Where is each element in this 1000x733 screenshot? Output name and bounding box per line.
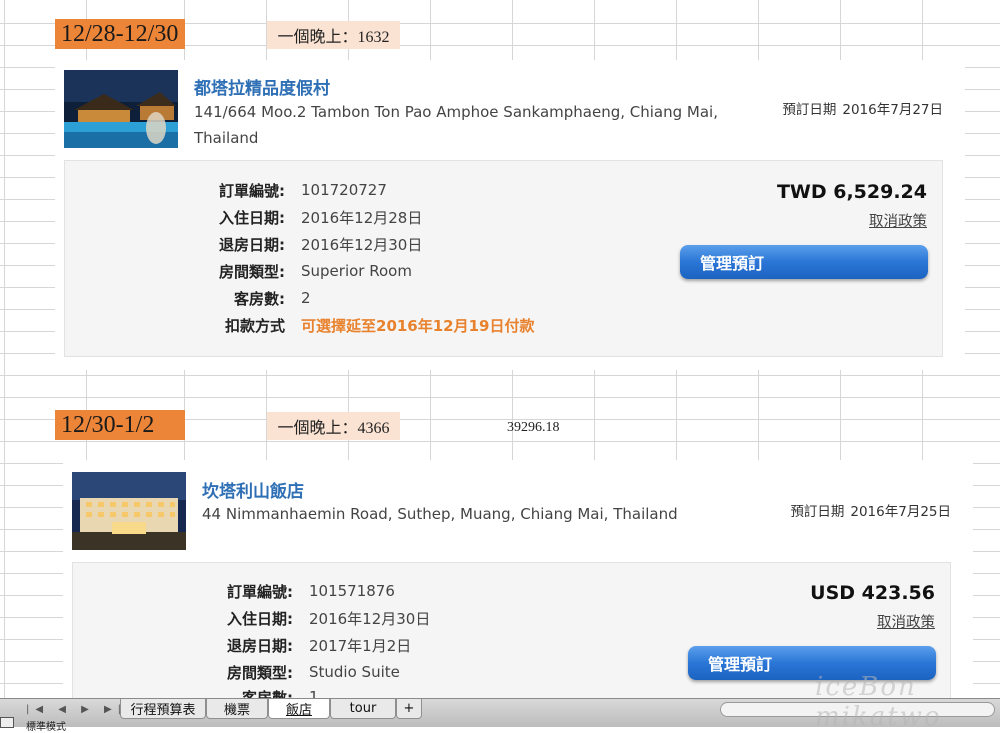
address-line-2: Thailand [194, 129, 259, 147]
checkin-label: 入住日期: [227, 609, 293, 628]
checkout-value: 2016年12月30日 [301, 235, 423, 254]
booking-date-value: 2016年7月25日 [850, 504, 951, 520]
order-number-label: 訂單編號: [227, 582, 293, 601]
booking-date: 預訂日期 2016年7月27日 [782, 98, 943, 118]
address-line-1: 141/664 Moo.2 Tambon Ton Pao Amphoe Sank… [194, 103, 718, 121]
grid-view-icon[interactable] [0, 717, 14, 728]
checkout-row: 退房日期: 2016年12月30日 [195, 231, 422, 257]
hotel-address: 141/664 Moo.2 Tambon Ton Pao Amphoe Sank… [194, 99, 754, 151]
checkin-value: 2016年12月28日 [301, 208, 423, 227]
sheet-tab-hotels[interactable]: 飯店 [268, 699, 330, 719]
sheet-nav-arrows[interactable]: |◀ ◀ ▶ ▶| [26, 704, 127, 715]
payment-row: 扣款方式 可選擇延至2016年12月19日付款 [195, 312, 535, 338]
booking-detail-panel: 訂單編號: 101720727 入住日期: 2016年12月28日 退房日期: … [64, 160, 943, 357]
hotel-name-link[interactable]: 都塔拉精品度假村 [194, 74, 330, 99]
add-sheet-button[interactable]: + [396, 699, 422, 719]
checkout-label: 退房日期: [219, 235, 285, 254]
payment-value: 可選擇延至2016年12月19日付款 [301, 316, 535, 335]
booking-date: 預訂日期 2016年7月25日 [790, 500, 951, 520]
sheet-tab-budget[interactable]: 行程預算表 [120, 699, 206, 719]
sheet-tab-flights[interactable]: 機票 [206, 699, 268, 719]
booking-card: 坎塔利山飯店 44 Nimmanhaemin Road, Suthep, Mua… [63, 460, 973, 712]
checkin-row: 入住日期: 2016年12月30日 [203, 605, 430, 631]
manage-booking-button[interactable]: 管理預訂 [680, 245, 928, 279]
checkout-label: 退房日期: [227, 636, 293, 655]
order-number-value: 101720727 [301, 181, 387, 199]
watermark: iceBon mikatwo [815, 672, 942, 732]
room-type-row: 房間類型: Superior Room [195, 258, 412, 284]
room-type-row: 房間類型: Studio Suite [203, 659, 400, 685]
per-night-cell[interactable]: 一個晚上：4366 [267, 412, 400, 440]
checkin-label: 入住日期: [219, 208, 285, 227]
hotel-photo [64, 70, 178, 148]
hotel-name-link[interactable]: 坎塔利山飯店 [202, 477, 304, 502]
hotel-address: 44 Nimmanhaemin Road, Suthep, Muang, Chi… [202, 501, 762, 527]
booking-date-label: 預訂日期 [782, 102, 837, 118]
booking-date-label: 預訂日期 [790, 504, 845, 520]
checkout-row: 退房日期: 2017年1月2日 [203, 632, 411, 658]
total-cell[interactable]: 39296.18 [507, 420, 560, 436]
booking-price: USD 423.56 [810, 582, 935, 604]
date-range-cell[interactable]: 12/30-1/2 [55, 410, 185, 440]
order-number-row: 訂單編號: 101720727 [195, 177, 387, 203]
cancel-policy-link[interactable]: 取消政策 [877, 611, 935, 632]
order-number-label: 訂單編號: [219, 181, 285, 200]
order-number-row: 訂單編號: 101571876 [203, 578, 395, 604]
view-mode-status: 標準模式 [26, 722, 66, 733]
per-night-cell[interactable]: 一個晚上：1632 [267, 21, 400, 49]
sheet-tab-tour[interactable]: tour [330, 699, 396, 719]
date-range-cell[interactable]: 12/28-12/30 [55, 19, 185, 49]
payment-label: 扣款方式 [224, 316, 285, 335]
address-line-1: 44 Nimmanhaemin Road, Suthep, Muang, Chi… [202, 505, 678, 523]
rooms-value: 2 [301, 289, 311, 307]
room-type-label: 房間類型: [227, 663, 293, 682]
rooms-label: 客房數: [234, 289, 285, 308]
order-number-value: 101571876 [309, 582, 395, 600]
booking-card: 都塔拉精品度假村 141/664 Moo.2 Tambon Ton Pao Am… [55, 60, 965, 370]
checkin-value: 2016年12月30日 [309, 609, 431, 628]
booking-date-value: 2016年7月27日 [842, 102, 943, 118]
cancel-policy-link[interactable]: 取消政策 [869, 210, 927, 231]
room-type-value: Superior Room [301, 262, 412, 280]
hotel-photo [72, 472, 186, 550]
checkin-row: 入住日期: 2016年12月28日 [195, 204, 422, 230]
rooms-row: 客房數: 2 [195, 285, 311, 311]
booking-price: TWD 6,529.24 [776, 181, 927, 203]
room-type-value: Studio Suite [309, 663, 400, 681]
checkout-value: 2017年1月2日 [309, 636, 412, 655]
room-type-label: 房間類型: [219, 262, 285, 281]
